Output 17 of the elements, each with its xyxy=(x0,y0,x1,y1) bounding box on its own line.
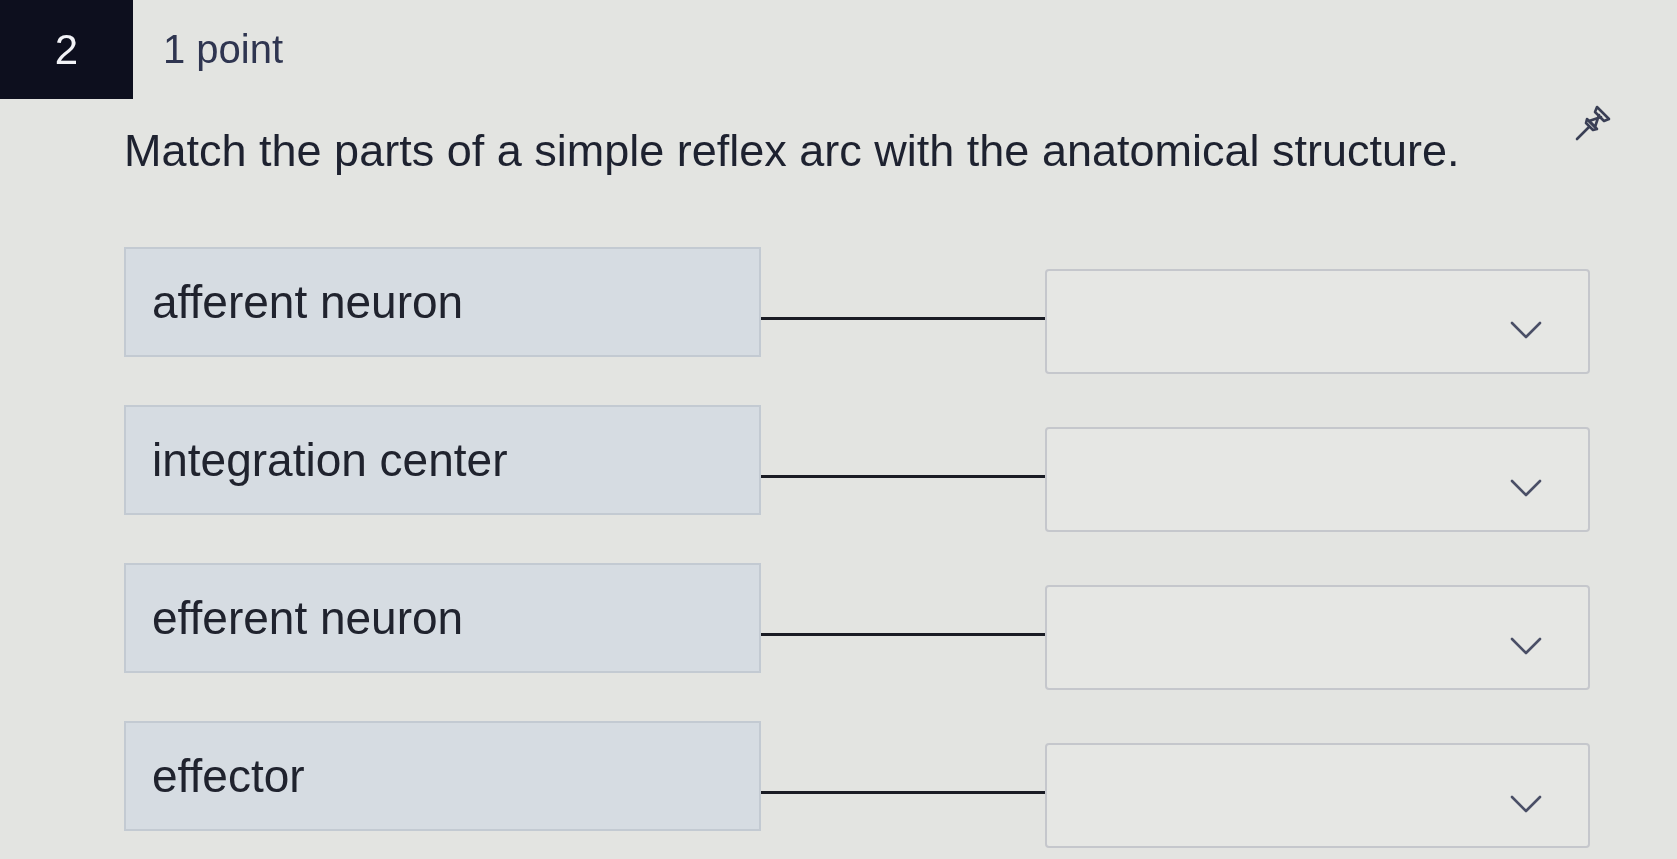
term-box: afferent neuron xyxy=(124,247,761,357)
chevron-icon xyxy=(1510,320,1542,339)
chevron-icon xyxy=(1510,636,1542,655)
chevron-icon xyxy=(1510,478,1542,497)
answer-dropdown[interactable] xyxy=(1045,427,1590,532)
term-box: effector xyxy=(124,721,761,831)
term-box: integration center xyxy=(124,405,761,515)
points-label: 1 point xyxy=(163,27,284,72)
question-text: Match the parts of a simple reflex arc with the anatomical structure. xyxy=(124,124,1461,178)
question-number: 2 xyxy=(0,0,133,99)
term-box: efferent neuron xyxy=(124,563,761,673)
pin-button[interactable] xyxy=(1573,103,1613,143)
pushpin-icon xyxy=(1573,103,1613,143)
answer-dropdown[interactable] xyxy=(1045,743,1590,848)
answer-dropdown[interactable] xyxy=(1045,269,1590,374)
answer-dropdown[interactable] xyxy=(1045,585,1590,690)
chevron-icon xyxy=(1510,794,1542,813)
